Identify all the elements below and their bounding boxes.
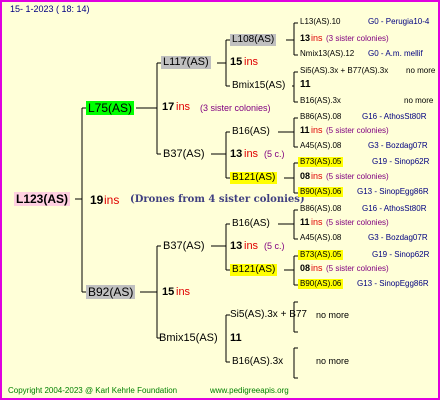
l75-number: 17 bbox=[162, 101, 175, 113]
l117-ins: ins bbox=[244, 56, 259, 68]
g4-l13-ref: G0 - Perugia10-4 bbox=[368, 17, 430, 26]
b37b-ins: ins bbox=[244, 240, 259, 252]
footer-site[interactable]: www.pedigreeapis.org bbox=[210, 387, 289, 395]
l108-ins: ins bbox=[311, 33, 323, 43]
g4-a45b-name[interactable]: A45(AS).08 bbox=[298, 233, 343, 243]
root-drones: (Drones from 4 sister colonies) bbox=[130, 194, 305, 205]
b16a-sister-colonies: (5 sister colonies) bbox=[326, 126, 389, 135]
l108-number: 13 bbox=[300, 33, 311, 43]
g4-nmix13-name[interactable]: Nmix13(AS).12 bbox=[298, 49, 356, 59]
root-ins: ins bbox=[104, 193, 120, 207]
l108-sister-colonies: (3 sister colonies) bbox=[326, 34, 389, 43]
b92-number: 15 bbox=[162, 286, 175, 298]
b37a-node-name[interactable]: B37(AS) bbox=[161, 148, 207, 161]
footer-copyright: Copyright 2004-2023 @ Karl Kehrle Founda… bbox=[8, 386, 178, 395]
b16a-node-name[interactable]: B16(AS) bbox=[230, 126, 272, 138]
l117-number: 15 bbox=[230, 56, 243, 68]
l75-node-name[interactable]: L75(AS) bbox=[86, 101, 135, 115]
b121a-sister-colonies: (5 sister colonies) bbox=[326, 172, 389, 181]
bmix15b-number: 11 bbox=[230, 332, 242, 344]
g4-l13-name[interactable]: L13(AS).10 bbox=[298, 17, 342, 27]
g4-si5-name[interactable]: Si5(AS).3x + B77(AS).3x bbox=[298, 66, 390, 76]
b121b-number: 08 bbox=[300, 263, 311, 273]
g4-b90b-ref: G13 - SinopEgg86R bbox=[357, 279, 429, 288]
g4-nmix13-ref: G0 - A.m. mellif bbox=[368, 49, 423, 58]
g4-b86b-ref: G16 - AthosSt80R bbox=[362, 204, 427, 213]
b16a-ins: ins bbox=[311, 125, 323, 135]
b16b-sister-colonies: (5 sister colonies) bbox=[326, 218, 389, 227]
l108-node-name[interactable]: L108(AS) bbox=[230, 34, 277, 46]
bmix15b-node-name[interactable]: Bmix15(AS) bbox=[157, 332, 220, 345]
b121a-number: 08 bbox=[300, 171, 311, 181]
l75-sister-colonies: (3 sister colonies) bbox=[200, 103, 271, 113]
g4-b73b-ref: G19 - Sinop62R bbox=[372, 250, 430, 259]
b121b-ins: ins bbox=[311, 263, 323, 273]
l75-ins: ins bbox=[176, 101, 191, 113]
b16c-no-more: no more bbox=[316, 356, 350, 366]
g4-a45a-name[interactable]: A45(AS).08 bbox=[298, 141, 343, 151]
b37b-number: 13 bbox=[230, 240, 243, 252]
b16b-number: 11 bbox=[300, 217, 310, 227]
b37b-node-name[interactable]: B37(AS) bbox=[161, 240, 207, 253]
b121a-node-name[interactable]: B121(AS) bbox=[230, 172, 278, 184]
bmix15a-number: 11 bbox=[300, 79, 311, 90]
root-node-name[interactable]: L123(AS) bbox=[14, 192, 71, 206]
g4-b90b-name[interactable]: B90(AS).06 bbox=[298, 279, 344, 289]
b121a-ins: ins bbox=[311, 171, 323, 181]
bmix15a-node-name[interactable]: Bmix15(AS) bbox=[230, 80, 287, 92]
g4-a45b-ref: G3 - Bozdag07R bbox=[368, 233, 428, 242]
b92-node-name[interactable]: B92(AS) bbox=[86, 285, 136, 299]
g4-b86b-name[interactable]: B86(AS).08 bbox=[298, 204, 343, 214]
b16b-ins: ins bbox=[311, 217, 323, 227]
g4-b90a-name[interactable]: B90(AS).06 bbox=[298, 187, 344, 197]
g4-b86a-name[interactable]: B86(AS).08 bbox=[298, 112, 343, 122]
b16a-number: 11 bbox=[300, 125, 310, 135]
b121b-node-name[interactable]: B121(AS) bbox=[230, 264, 278, 276]
g4-a45a-ref: G3 - Bozdag07R bbox=[368, 141, 428, 150]
b16c-node-name[interactable]: B16(AS).3x bbox=[230, 356, 285, 368]
b16b-node-name[interactable]: B16(AS) bbox=[230, 218, 272, 230]
b92-ins: ins bbox=[176, 286, 191, 298]
b37a-ins: ins bbox=[244, 148, 259, 160]
g4-b86a-ref: G16 - AthosSt80R bbox=[362, 112, 427, 121]
l117-node-name[interactable]: L117(AS) bbox=[161, 56, 211, 69]
b37a-number: 13 bbox=[230, 148, 243, 160]
g4-si5-no-more: no more bbox=[406, 66, 436, 75]
b121b-sister-colonies: (5 sister colonies) bbox=[326, 264, 389, 273]
date-line: 15- 1-2023 ( 18: 14) bbox=[10, 4, 90, 14]
b37b-sister-colonies: (5 c.) bbox=[264, 241, 285, 251]
g4-b73b-name[interactable]: B73(AS).05 bbox=[298, 250, 344, 260]
g4-b16-no-more: no more bbox=[404, 96, 434, 105]
si5-no-more: no more bbox=[316, 310, 350, 320]
g4-b16-name[interactable]: B16(AS).3x bbox=[298, 96, 343, 106]
g4-b73a-name[interactable]: B73(AS).05 bbox=[298, 157, 344, 167]
pedigree-frame: 15- 1-2023 ( 18: 14) L123(AS) 19 ins (Dr… bbox=[0, 0, 440, 400]
root-number: 19 bbox=[90, 193, 104, 207]
b37a-sister-colonies: (5 c.) bbox=[264, 149, 285, 159]
g4-b90a-ref: G13 - SinopEgg86R bbox=[357, 187, 429, 196]
si5-node-name[interactable]: Si5(AS).3x + B77 bbox=[228, 309, 309, 321]
g4-b73a-ref: G19 - Sinop62R bbox=[372, 157, 430, 166]
